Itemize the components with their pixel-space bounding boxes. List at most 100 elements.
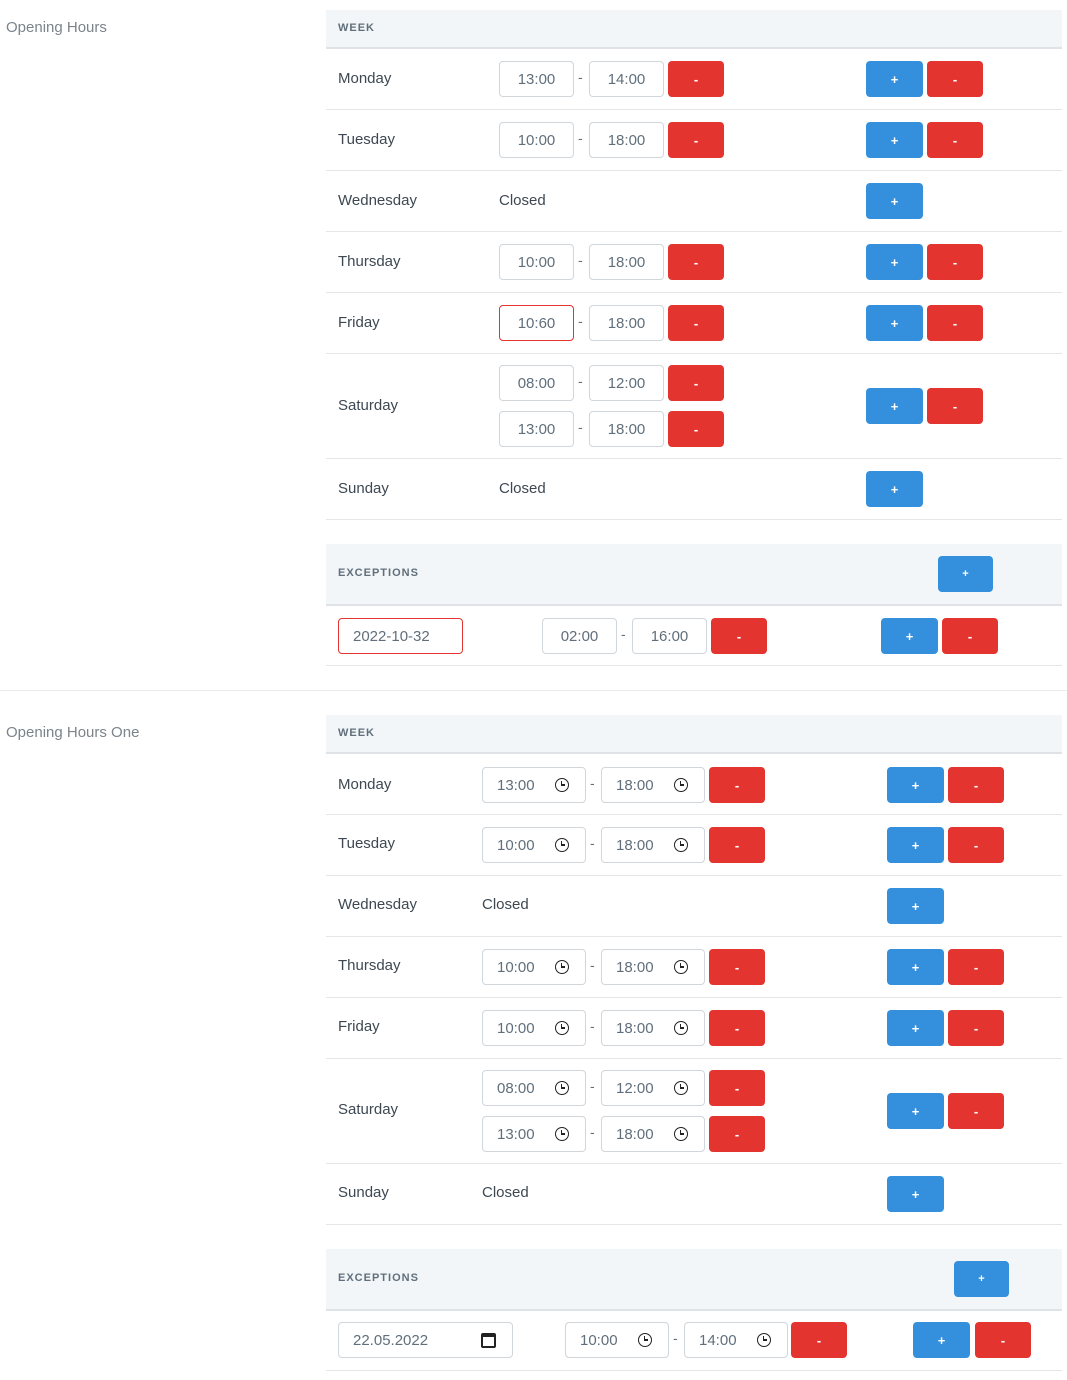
add-slot-button[interactable]: + [887, 888, 944, 924]
exception-row: 2022-10-32 02:00 - 16:00 - + - [326, 606, 1062, 666]
close-time-input[interactable]: 18:00 [589, 305, 664, 341]
open-time-input[interactable]: 13:00 [499, 411, 574, 447]
remove-slot-button[interactable]: - [668, 244, 724, 280]
open-time-input[interactable]: 10:00 [499, 244, 574, 280]
add-exception-button[interactable]: + [954, 1261, 1009, 1297]
open-time-input[interactable]: 10:60 [499, 305, 574, 341]
close-time-input[interactable]: 14:00 [684, 1322, 788, 1358]
add-slot-button[interactable]: + [866, 122, 923, 158]
remove-slot-button[interactable]: - [668, 365, 724, 401]
open-time-input[interactable]: 10:00 [482, 1010, 586, 1046]
close-time-input[interactable]: 18:00 [601, 1010, 705, 1046]
remove-slot-button[interactable]: - [709, 767, 765, 803]
add-slot-button[interactable]: + [866, 183, 923, 219]
add-slot-button[interactable]: + [866, 305, 923, 341]
day-row-wednesday: Wednesday Closed + [326, 876, 1062, 937]
add-slot-button[interactable]: + [913, 1322, 970, 1358]
remove-slot-button[interactable]: - [709, 949, 765, 985]
remove-slot-button[interactable]: - [668, 122, 724, 158]
week-header-label: WEEK [338, 22, 375, 34]
remove-day-button[interactable]: - [948, 767, 1004, 803]
day-row-tuesday: Tuesday 10:00 - 18:00 - + - [326, 110, 1062, 171]
close-time-value: 12:00 [616, 1079, 654, 1097]
open-time-input[interactable]: 10:00 [499, 122, 574, 158]
add-slot-button[interactable]: + [887, 1010, 944, 1046]
open-time-input[interactable]: 13:00 [482, 1116, 586, 1152]
close-time-input[interactable]: 18:00 [601, 827, 705, 863]
close-time-input[interactable]: 16:00 [632, 618, 707, 654]
remove-day-button[interactable]: - [927, 388, 983, 424]
clock-icon[interactable] [674, 1081, 688, 1095]
remove-day-button[interactable]: - [948, 827, 1004, 863]
close-time-input[interactable]: 12:00 [589, 365, 664, 401]
clock-icon[interactable] [555, 1021, 569, 1035]
clock-icon[interactable] [674, 838, 688, 852]
clock-icon[interactable] [555, 778, 569, 792]
open-time-input[interactable]: 13:00 [499, 61, 574, 97]
remove-day-button[interactable]: - [927, 61, 983, 97]
open-time-input[interactable]: 08:00 [482, 1070, 586, 1106]
add-slot-button[interactable]: + [866, 471, 923, 507]
remove-day-button[interactable]: - [948, 1093, 1004, 1129]
range-dash: - [590, 1124, 595, 1140]
open-time-input[interactable]: 02:00 [542, 618, 617, 654]
close-time-input[interactable]: 18:00 [589, 244, 664, 280]
exception-date-input[interactable]: 2022-10-32 [338, 618, 463, 654]
clock-icon[interactable] [674, 960, 688, 974]
clock-icon[interactable] [555, 1127, 569, 1141]
remove-slot-button[interactable]: - [668, 411, 724, 447]
range-dash: - [590, 957, 595, 973]
remove-day-button[interactable]: - [927, 244, 983, 280]
clock-icon[interactable] [555, 838, 569, 852]
remove-day-button[interactable]: - [948, 1010, 1004, 1046]
close-time-input[interactable]: 14:00 [589, 61, 664, 97]
add-slot-button[interactable]: + [866, 244, 923, 280]
remove-slot-button[interactable]: - [791, 1322, 847, 1358]
remove-exception-button[interactable]: - [942, 618, 998, 654]
remove-slot-button[interactable]: - [668, 305, 724, 341]
add-exception-button[interactable]: + [938, 556, 993, 592]
remove-exception-button[interactable]: - [975, 1322, 1031, 1358]
close-time-input[interactable]: 18:00 [589, 411, 664, 447]
remove-day-button[interactable]: - [948, 949, 1004, 985]
remove-slot-button[interactable]: - [709, 1116, 765, 1152]
clock-icon[interactable] [674, 1127, 688, 1141]
close-time-input[interactable]: 18:00 [601, 767, 705, 803]
clock-icon[interactable] [638, 1333, 652, 1347]
add-slot-button[interactable]: + [881, 618, 938, 654]
add-slot-button[interactable]: + [887, 767, 944, 803]
close-time-input[interactable]: 18:00 [601, 1116, 705, 1152]
add-slot-button[interactable]: + [887, 1093, 944, 1129]
exception-date-input[interactable]: 22.05.2022 [338, 1322, 513, 1358]
open-time-input[interactable]: 10:00 [482, 827, 586, 863]
remove-day-button[interactable]: - [927, 305, 983, 341]
remove-slot-button[interactable]: - [709, 1010, 765, 1046]
remove-slot-button[interactable]: - [709, 1070, 765, 1106]
clock-icon[interactable] [555, 1081, 569, 1095]
open-time-input[interactable]: 13:00 [482, 767, 586, 803]
add-slot-button[interactable]: + [887, 949, 944, 985]
close-time-input[interactable]: 18:00 [601, 949, 705, 985]
open-time-input[interactable]: 10:00 [482, 949, 586, 985]
open-time-input[interactable]: 08:00 [499, 365, 574, 401]
clock-icon[interactable] [757, 1333, 771, 1347]
close-time-input[interactable]: 12:00 [601, 1070, 705, 1106]
remove-slot-button[interactable]: - [711, 618, 767, 654]
clock-icon[interactable] [674, 778, 688, 792]
remove-slot-button[interactable]: - [709, 827, 765, 863]
close-time-input[interactable]: 18:00 [589, 122, 664, 158]
open-time-input[interactable]: 10:00 [565, 1322, 669, 1358]
add-slot-button[interactable]: + [887, 827, 944, 863]
remove-day-button[interactable]: - [927, 122, 983, 158]
remove-slot-button[interactable]: - [668, 61, 724, 97]
section-label: Opening Hours One [6, 724, 140, 741]
add-slot-button[interactable]: + [866, 388, 923, 424]
calendar-icon[interactable] [481, 1333, 496, 1348]
add-slot-button[interactable]: + [887, 1176, 944, 1212]
clock-icon[interactable] [555, 960, 569, 974]
exceptions-header-label: EXCEPTIONS [338, 567, 419, 579]
closed-label: Closed [482, 896, 529, 913]
open-time-value: 13:00 [497, 776, 535, 794]
clock-icon[interactable] [674, 1021, 688, 1035]
add-slot-button[interactable]: + [866, 61, 923, 97]
